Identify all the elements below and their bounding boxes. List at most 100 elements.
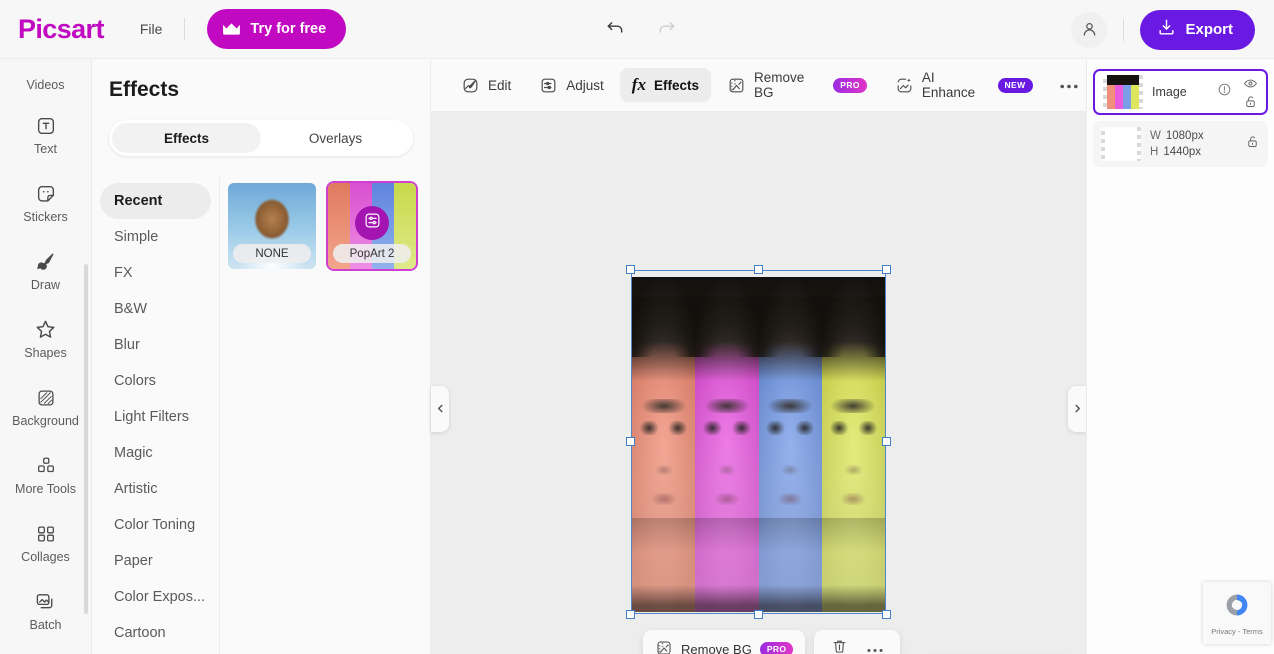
tab-effects[interactable]: Effects	[112, 123, 261, 153]
redo-arrow-icon[interactable]	[657, 17, 677, 37]
width-key: W	[1150, 130, 1161, 142]
adjust-sliders-icon	[539, 76, 558, 95]
info-icon[interactable]	[1217, 82, 1232, 102]
effect-thumbnails: NONE PopArt 2	[228, 181, 418, 271]
category-blur[interactable]: Blur	[100, 327, 211, 363]
user-avatar-icon[interactable]	[1071, 11, 1108, 48]
canvas-height-row: H 1440px	[1150, 144, 1236, 160]
sliders-icon	[364, 212, 381, 234]
category-color-toning[interactable]: Color Toning	[100, 507, 211, 543]
rail-scrollbar[interactable]	[84, 264, 88, 614]
panel-body: Recent Simple FX B&W Blur Colors Light F…	[92, 177, 431, 654]
floating-remove-bg-button[interactable]: Remove BG PRO	[655, 639, 794, 654]
toolbar-ai-enhance[interactable]: AI Enhance NEW	[883, 68, 1045, 102]
toolbar-overflow-button[interactable]	[1053, 68, 1086, 102]
toolbar-remove-bg[interactable]: Remove BG PRO	[715, 68, 879, 102]
handle-top-right[interactable]	[882, 265, 891, 274]
rail-label-shapes: Shapes	[24, 346, 67, 360]
toolbar-edit[interactable]: Edit	[449, 68, 523, 102]
tab-overlays[interactable]: Overlays	[261, 123, 410, 153]
toolbar-effects[interactable]: fx Effects	[619, 68, 711, 102]
strip-vignette	[758, 277, 822, 612]
effect-settings-button[interactable]	[355, 205, 389, 240]
crown-icon	[222, 22, 241, 36]
handle-top-left[interactable]	[626, 265, 635, 274]
unlock-icon[interactable]	[1245, 134, 1260, 154]
layer-row-background[interactable]: W 1080px H 1440px	[1093, 121, 1268, 167]
category-simple[interactable]: Simple	[100, 219, 211, 255]
rail-item-batch[interactable]: Batch	[0, 577, 91, 645]
undo-arrow-icon[interactable]	[605, 17, 625, 37]
effect-thumb-none[interactable]: NONE	[228, 183, 316, 269]
remove-bg-group: Remove BG PRO	[643, 630, 806, 654]
file-menu[interactable]: File	[140, 21, 163, 37]
category-bw[interactable]: B&W	[100, 291, 211, 327]
layer-more-button[interactable]	[862, 636, 888, 654]
export-button[interactable]: Export	[1140, 9, 1255, 50]
category-light-filters[interactable]: Light Filters	[100, 399, 211, 435]
category-artistic[interactable]: Artistic	[100, 471, 211, 507]
export-label: Export	[1185, 21, 1233, 38]
background-icon	[35, 387, 57, 409]
effect-thumb-label: NONE	[233, 244, 311, 263]
category-cartoon[interactable]: Cartoon	[100, 615, 211, 651]
rail-label-draw: Draw	[30, 278, 61, 292]
rail-item-text[interactable]: Text	[0, 101, 91, 169]
try-for-free-button[interactable]: Try for free	[207, 9, 347, 49]
unlock-icon[interactable]	[1243, 94, 1258, 109]
toolbar-edit-label: Edit	[488, 77, 512, 93]
delete-layer-button[interactable]	[826, 636, 852, 654]
canvas-toolbar: Edit Adjust fx Effects Remove BG PRO AI …	[431, 59, 1086, 112]
rail-label-stickers: Stickers	[23, 209, 68, 224]
recaptcha-privacy-terms[interactable]: Privacy - Terms	[1211, 627, 1263, 636]
sticker-icon	[35, 183, 57, 205]
recaptcha-badge[interactable]: Privacy - Terms	[1203, 582, 1271, 644]
toolbar-adjust[interactable]: Adjust	[527, 68, 616, 102]
collapse-right-panel-button[interactable]	[1068, 386, 1086, 432]
rail-item-draw[interactable]: Draw	[0, 237, 91, 305]
picsart-logo[interactable]: Picsart	[18, 14, 104, 45]
category-fx[interactable]: FX	[100, 255, 211, 291]
rail-item-collages[interactable]: Collages	[0, 509, 91, 577]
category-paper[interactable]: Paper	[100, 543, 211, 579]
picsart-editor: Picsart File Try for free Export Videos …	[0, 0, 1274, 654]
canvas-area: Edit Adjust fx Effects Remove BG PRO AI …	[431, 59, 1086, 654]
undo-redo-group	[605, 17, 677, 37]
category-color-exposure[interactable]: Color Expos...	[100, 579, 211, 615]
rail-item-videos[interactable]: Videos	[0, 69, 91, 101]
batch-icon	[34, 590, 57, 613]
artboard-image[interactable]	[632, 277, 885, 612]
more-tools-icon	[35, 455, 57, 477]
category-magic[interactable]: Magic	[100, 435, 211, 471]
strip-vignette	[695, 277, 759, 612]
rail-label-collages: Collages	[21, 549, 70, 564]
new-badge: NEW	[997, 77, 1033, 93]
toolbar-ai-enhance-label: AI Enhance	[921, 70, 976, 100]
collapse-left-panel-button[interactable]	[431, 386, 449, 432]
category-colors[interactable]: Colors	[100, 363, 211, 399]
handle-top-center[interactable]	[753, 265, 763, 274]
effect-thumb-popart2[interactable]: PopArt 2	[326, 181, 418, 271]
rail-label-videos: Videos	[26, 78, 65, 92]
image-strip-2	[695, 277, 759, 612]
effects-panel: Effects Effects Overlays Recent Simple F…	[92, 59, 431, 654]
rail-item-shapes[interactable]: Shapes	[0, 305, 91, 373]
eye-icon[interactable]	[1243, 76, 1258, 91]
layer-row-image[interactable]: Image	[1093, 69, 1268, 115]
canvas-stage[interactable]: Remove BG PRO	[431, 112, 1086, 654]
width-value: 1080px	[1165, 130, 1204, 142]
chevron-left-icon	[436, 400, 445, 418]
header-divider-2	[1123, 18, 1125, 41]
panel-title: Effects	[109, 78, 180, 101]
rail-item-background[interactable]: Background	[0, 373, 91, 441]
layer-icon-group	[1243, 76, 1258, 109]
panel-tabs: Effects Overlays	[109, 120, 413, 156]
pro-badge: PRO	[833, 77, 867, 93]
height-key: H	[1150, 146, 1159, 158]
rail-item-stickers[interactable]: Stickers	[0, 169, 91, 237]
category-recent[interactable]: Recent	[100, 183, 211, 219]
layer-thumbnail	[1103, 75, 1143, 109]
image-strip-4	[821, 277, 885, 612]
strip-vignette	[632, 277, 696, 612]
rail-item-more-tools[interactable]: More Tools	[0, 441, 91, 509]
